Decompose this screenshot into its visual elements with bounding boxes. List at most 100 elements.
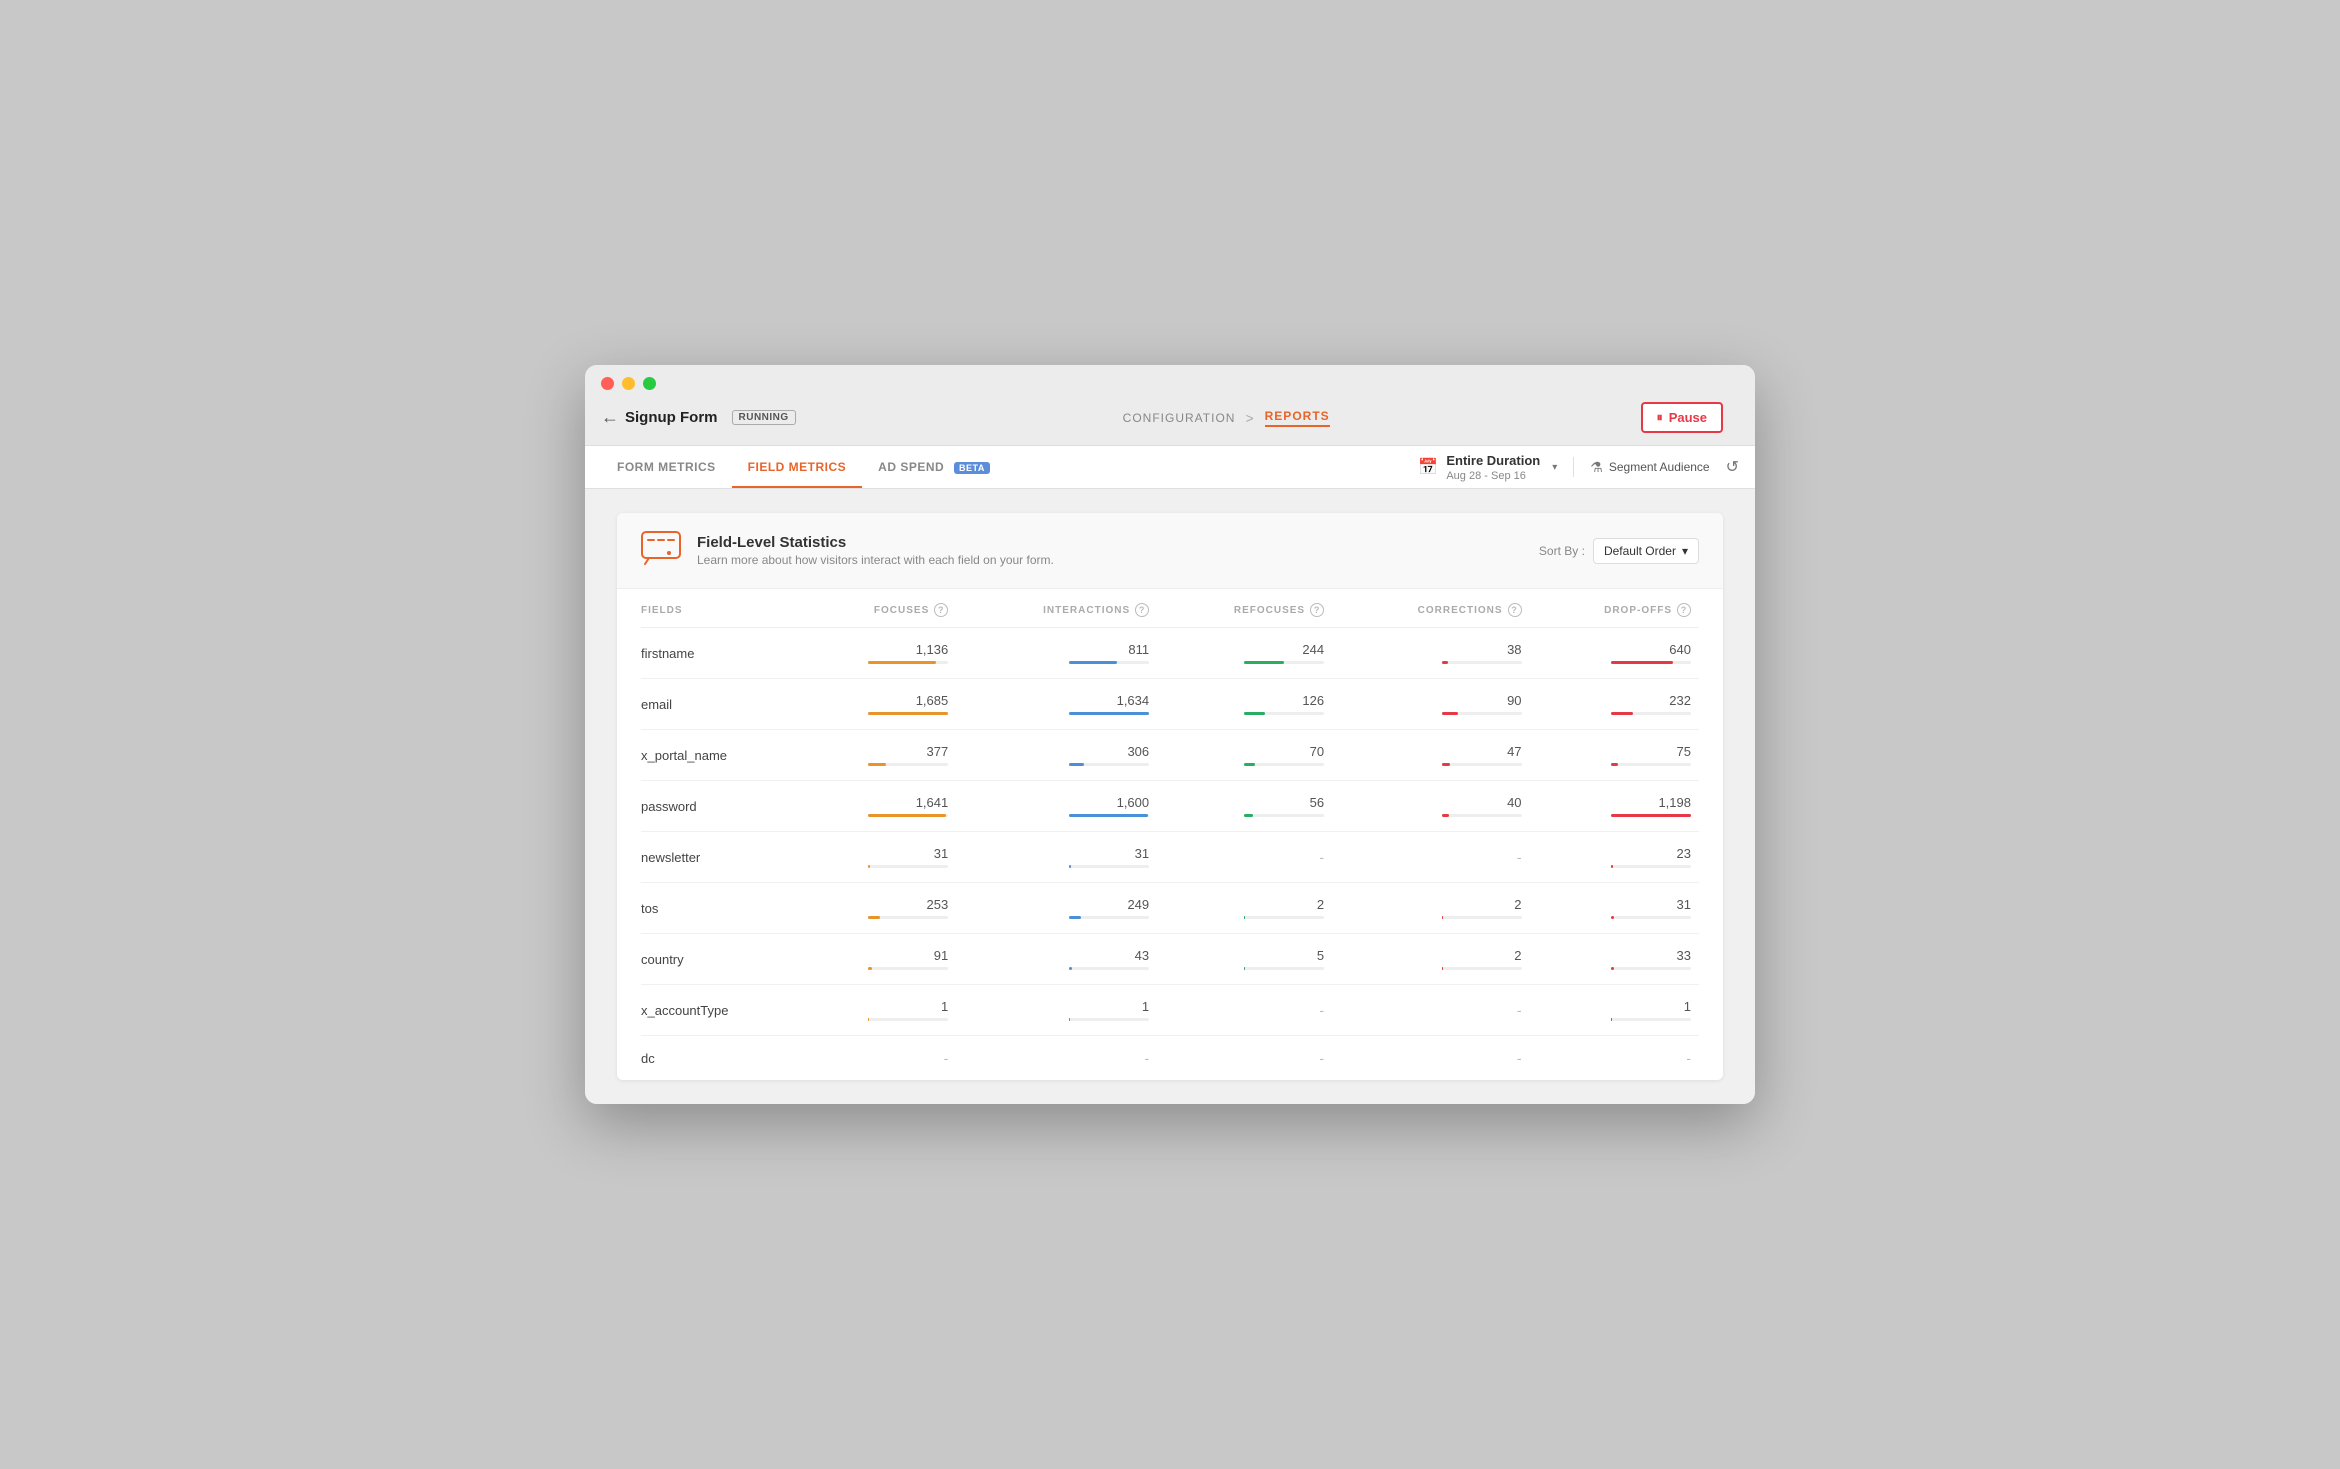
metric-bar [1244, 814, 1324, 817]
metric-cell: - [1157, 985, 1332, 1036]
back-button[interactable]: ← Signup Form RUNNING [601, 407, 796, 428]
tab-field-metrics[interactable]: FIELD METRICS [732, 446, 863, 488]
metric-value: 5 [1317, 948, 1324, 963]
metric-bar [1069, 916, 1149, 919]
metric-cell: - [1530, 1036, 1699, 1081]
breadcrumb-reports[interactable]: REPORTS [1265, 409, 1330, 427]
field-name: x_portal_name [641, 730, 798, 781]
dropoffs-help-icon[interactable]: ? [1677, 603, 1691, 617]
metric-cell: 75 [1530, 730, 1699, 781]
metric-value: 253 [927, 897, 949, 912]
metric-cell: 1,634 [956, 679, 1157, 730]
table-row: x_accountType 1 1 -- 1 [641, 985, 1699, 1036]
traffic-lights [601, 377, 1739, 390]
metric-bar [1244, 661, 1324, 664]
refocuses-help-icon[interactable]: ? [1310, 603, 1324, 617]
metric-value: 249 [1127, 897, 1149, 912]
metric-bar [1611, 661, 1691, 664]
app-window: ← Signup Form RUNNING CONFIGURATION > RE… [585, 365, 1755, 1104]
metric-cell: 640 [1530, 628, 1699, 679]
metric-cell: - [798, 1036, 956, 1081]
metric-cell: 1 [798, 985, 956, 1036]
corrections-help-icon[interactable]: ? [1508, 603, 1522, 617]
metric-value: 306 [1127, 744, 1149, 759]
metric-value: 33 [1677, 948, 1691, 963]
metric-bar [1611, 865, 1691, 868]
metric-cell: 2 [1157, 883, 1332, 934]
metric-value: 2 [1514, 897, 1521, 912]
metric-cell: 43 [956, 934, 1157, 985]
filter-icon: ⚗ [1590, 459, 1603, 476]
metric-cell: 33 [1530, 934, 1699, 985]
stats-title-wrap: Field-Level Statistics Learn more about … [697, 534, 1054, 567]
running-badge: RUNNING [732, 410, 796, 425]
metric-cell: 23 [1530, 832, 1699, 883]
maximize-button[interactable] [643, 377, 656, 390]
metric-cell: 253 [798, 883, 956, 934]
field-name: x_accountType [641, 985, 798, 1036]
minimize-button[interactable] [622, 377, 635, 390]
table-row: newsletter 31 31 -- 23 [641, 832, 1699, 883]
metric-value: 91 [934, 948, 948, 963]
metric-bar [868, 661, 948, 664]
tab-ad-spend[interactable]: AD SPEND BETA [862, 446, 1006, 488]
focuses-help-icon[interactable]: ? [934, 603, 948, 617]
segment-audience-button[interactable]: ⚗ Segment Audience [1590, 459, 1709, 476]
metric-cell: 5 [1157, 934, 1332, 985]
table-row: firstname 1,136 811 244 38 [641, 628, 1699, 679]
metric-dash: - [1517, 1050, 1522, 1066]
metric-bar [1442, 916, 1522, 919]
metric-dash: - [1319, 1002, 1324, 1018]
col-fields: FIELDS [641, 589, 798, 628]
date-range-label: Entire Duration Aug 28 - Sep 16 [1446, 452, 1540, 482]
metric-cell: 1,685 [798, 679, 956, 730]
metric-dash: - [944, 1050, 949, 1066]
metric-bar [1244, 967, 1324, 970]
stats-card: Field-Level Statistics Learn more about … [617, 513, 1723, 1080]
metric-bar [1611, 814, 1691, 817]
metric-cell: - [956, 1036, 1157, 1081]
table-row: dc----- [641, 1036, 1699, 1081]
col-dropoffs: DROP-OFFS ? [1530, 589, 1699, 628]
sort-dropdown[interactable]: Default Order ▾ [1593, 538, 1699, 564]
sort-value: Default Order [1604, 544, 1676, 558]
metric-bar [1244, 712, 1324, 715]
metric-value: 31 [1677, 897, 1691, 912]
pause-button[interactable]: ⏸ Pause [1641, 402, 1723, 433]
metric-value: 1,198 [1658, 795, 1691, 810]
breadcrumb-config[interactable]: CONFIGURATION [1123, 411, 1236, 425]
title-bar: ← Signup Form RUNNING CONFIGURATION > RE… [585, 365, 1755, 446]
interactions-help-icon[interactable]: ? [1135, 603, 1149, 617]
metric-cell: - [1332, 985, 1529, 1036]
metric-value: 31 [1135, 846, 1149, 861]
metric-dash: - [1319, 1050, 1324, 1066]
metric-bar [1069, 814, 1149, 817]
stats-title: Field-Level Statistics [697, 534, 1054, 551]
metric-bar [1069, 661, 1149, 664]
date-picker[interactable]: 📅 Entire Duration Aug 28 - Sep 16 ▾ [1418, 452, 1557, 482]
date-sub: Aug 28 - Sep 16 [1446, 470, 1540, 482]
metric-bar [1442, 712, 1522, 715]
metric-bar [1069, 1018, 1149, 1021]
close-button[interactable] [601, 377, 614, 390]
refresh-button[interactable]: ↺ [1726, 457, 1739, 477]
app-header: ← Signup Form RUNNING CONFIGURATION > RE… [601, 402, 1739, 445]
metric-cell: 1,198 [1530, 781, 1699, 832]
app-title: Signup Form [625, 409, 718, 426]
metric-dash: - [1319, 849, 1324, 865]
metric-cell: 1,136 [798, 628, 956, 679]
table-row: password 1,641 1,600 56 40 [641, 781, 1699, 832]
metric-value: 70 [1310, 744, 1324, 759]
metric-cell: - [1157, 1036, 1332, 1081]
nav-controls: 📅 Entire Duration Aug 28 - Sep 16 ▾ ⚗ Se… [1418, 452, 1739, 482]
divider [1573, 457, 1574, 477]
col-interactions: INTERACTIONS ? [956, 589, 1157, 628]
metric-value: 90 [1507, 693, 1521, 708]
beta-badge: BETA [954, 462, 990, 474]
calendar-icon: 📅 [1418, 457, 1438, 477]
table-row: x_portal_name 377 306 70 47 [641, 730, 1699, 781]
metric-cell: 244 [1157, 628, 1332, 679]
metric-cell: 126 [1157, 679, 1332, 730]
col-focuses: FOCUSES ? [798, 589, 956, 628]
tab-form-metrics[interactable]: FORM METRICS [601, 446, 732, 488]
